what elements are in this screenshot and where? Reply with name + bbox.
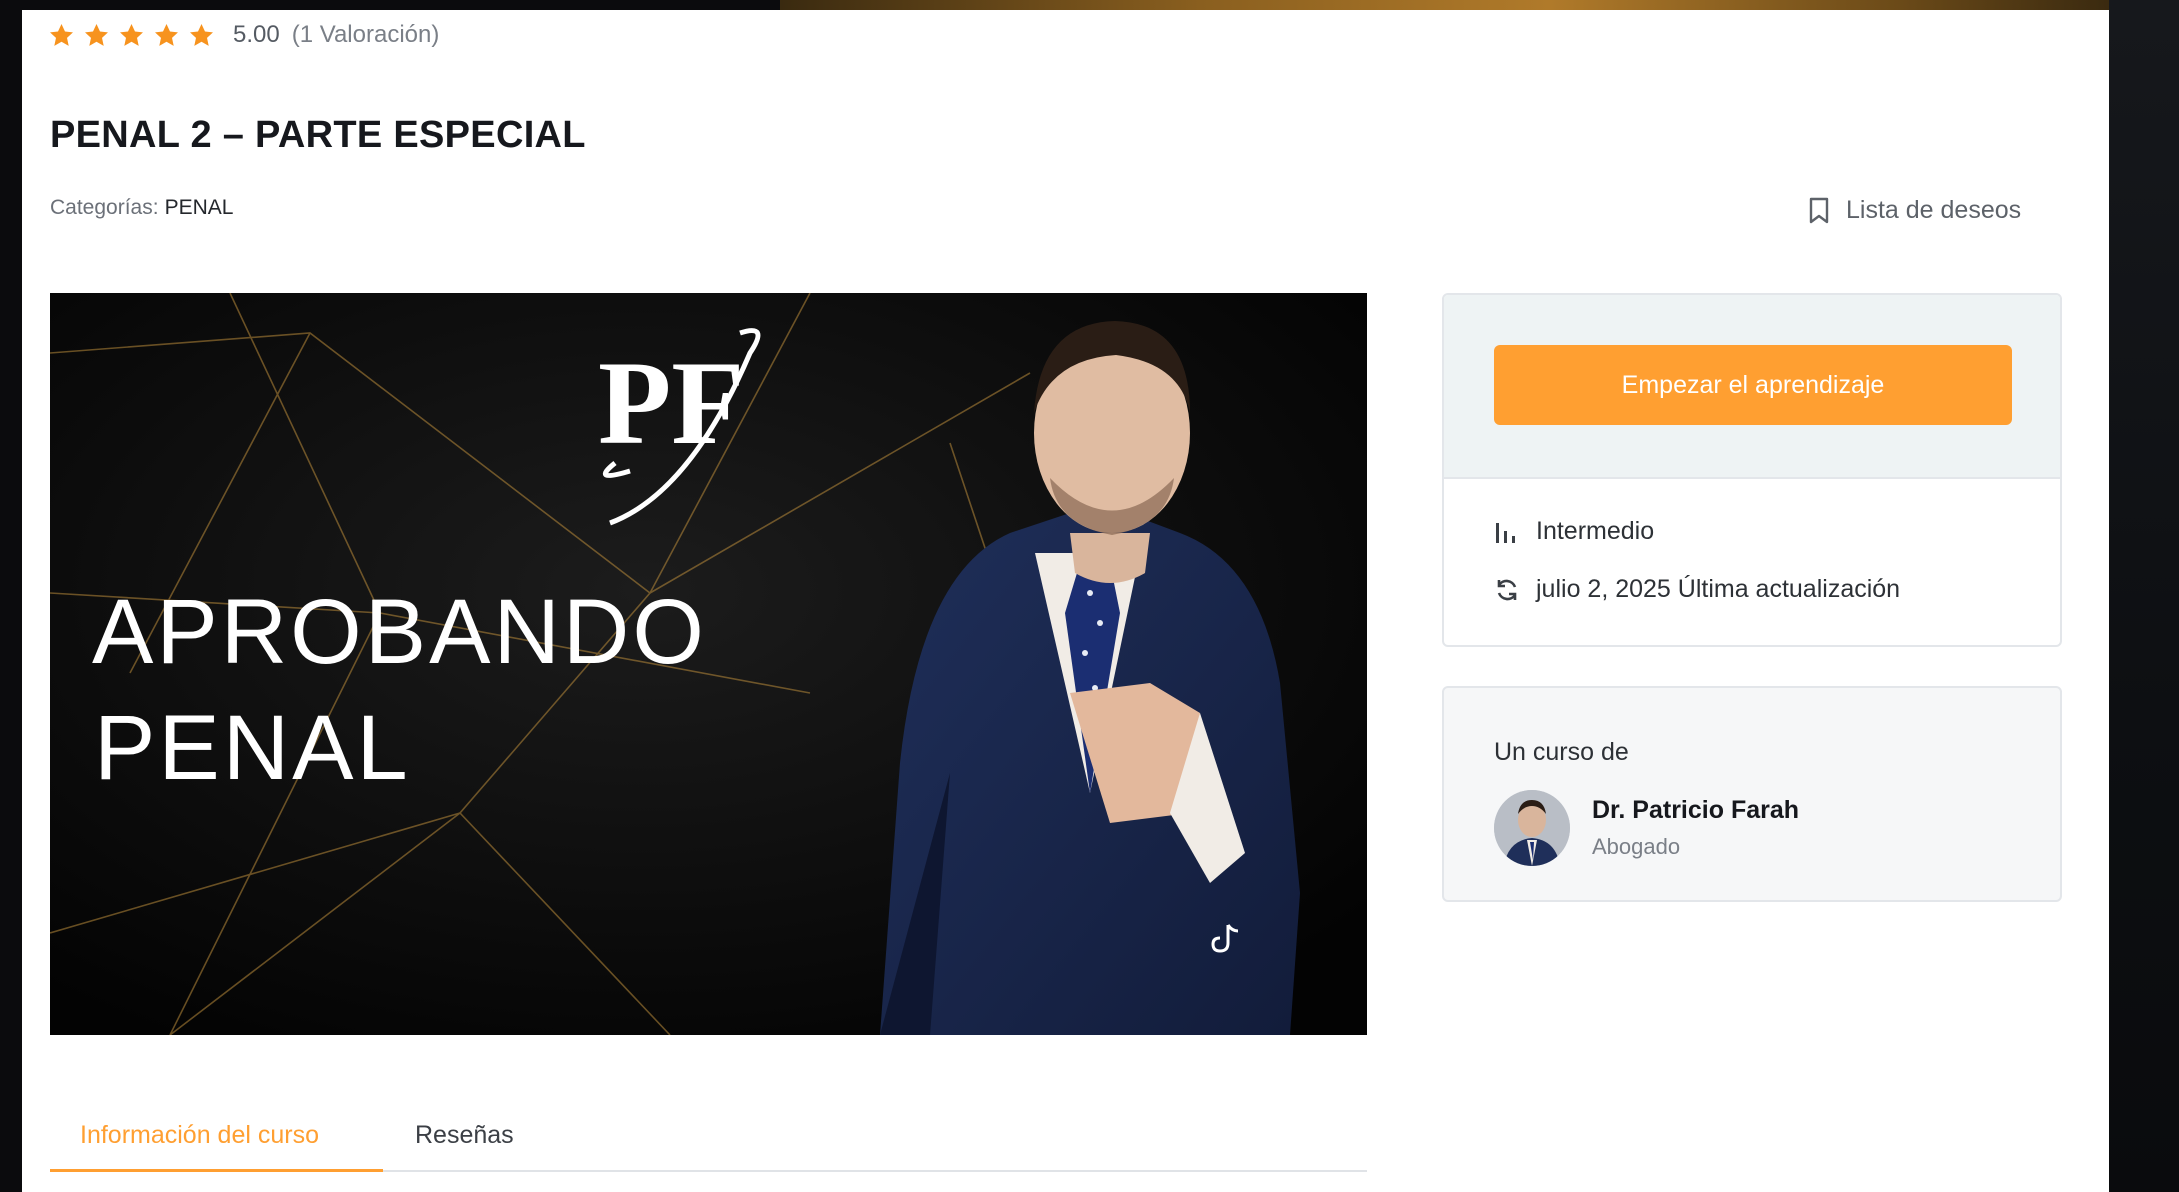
- category-link[interactable]: PENAL: [165, 196, 234, 219]
- tab-reviews[interactable]: Reseñas: [415, 1121, 514, 1150]
- star-icon: [48, 22, 75, 49]
- rating-stars: [48, 22, 215, 49]
- course-updated-text: julio 2, 2025 Última actualización: [1536, 575, 1901, 603]
- star-icon: [188, 22, 215, 49]
- course-enroll-card: Empezar el aprendizaje Intermedio julio …: [1442, 293, 2062, 647]
- course-level: Intermedio: [1494, 517, 1654, 546]
- page-title: PENAL 2 – PARTE ESPECIAL: [50, 114, 586, 156]
- author-label: Un curso de: [1494, 738, 1629, 766]
- author-name[interactable]: Dr. Patricio Farah: [1592, 796, 1799, 825]
- course-tabs: Información del curso Reseñas: [50, 1103, 1367, 1172]
- rating-count: (1 Valoración): [291, 21, 440, 48]
- star-icon: [153, 22, 180, 49]
- course-thumbnail[interactable]: PF APROBANDO PENAL: [50, 293, 1367, 1035]
- author-role: Abogado: [1592, 834, 1681, 859]
- course-page: 5.00 (1 Valoración) PENAL 2 – PARTE ESPE…: [22, 10, 2109, 1192]
- thumbnail-headline-line1: APROBANDO: [92, 581, 707, 683]
- background-edge: [2109, 0, 2179, 1192]
- star-icon: [118, 22, 145, 49]
- star-icon: [83, 22, 110, 49]
- svg-text:PF: PF: [598, 336, 745, 469]
- author-card: Un curso de Dr. Patricio Farah Abogado: [1442, 686, 2062, 902]
- refresh-icon: [1497, 579, 1517, 600]
- active-tab-indicator: [50, 1169, 383, 1172]
- wishlist-label: Lista de deseos: [1846, 196, 2022, 224]
- bookmark-icon: [1809, 197, 1829, 223]
- tab-course-info[interactable]: Información del curso: [80, 1121, 319, 1150]
- enroll-card-header: Empezar el aprendizaje: [1444, 295, 2060, 479]
- categories: Categorías: PENAL: [50, 196, 233, 220]
- avatar[interactable]: [1494, 790, 1570, 866]
- categories-label: Categorías:: [50, 196, 159, 219]
- course-level-text: Intermedio: [1536, 517, 1655, 545]
- course-updated: julio 2, 2025 Última actualización: [1494, 575, 1900, 604]
- wishlist-button[interactable]: Lista de deseos: [1808, 196, 2021, 225]
- bar-chart-icon: [1496, 522, 1515, 543]
- start-learning-button[interactable]: Empezar el aprendizaje: [1494, 345, 2012, 425]
- thumbnail-headline-line2: PENAL: [94, 697, 411, 799]
- rating-value: 5.00: [233, 21, 280, 48]
- course-rating: 5.00 (1 Valoración): [48, 20, 439, 50]
